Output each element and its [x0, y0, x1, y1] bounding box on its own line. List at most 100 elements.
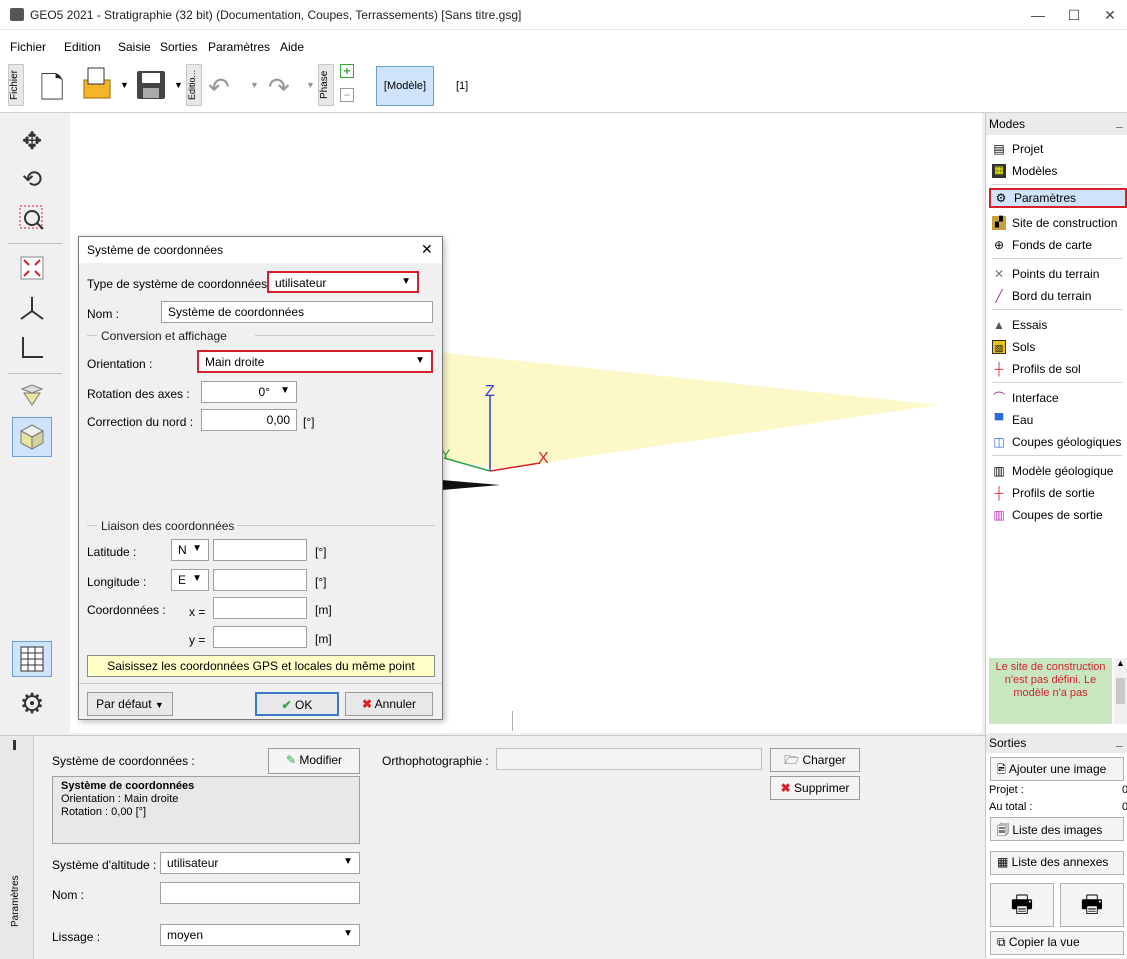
ortho-input[interactable] — [496, 748, 762, 770]
z-axis-label: Z — [485, 383, 495, 400]
modes-collapse[interactable]: _ — [1116, 115, 1123, 129]
latitude-input[interactable] — [213, 539, 307, 561]
scroll-thumb[interactable] — [1116, 678, 1125, 704]
undo-dropdown-icon[interactable]: ▼ — [250, 80, 259, 90]
scroll-up-icon[interactable]: ▲ — [1114, 658, 1127, 668]
mode-coupes-sortie[interactable]: ▥ Coupes de sortie — [992, 505, 1102, 525]
add-phase-icon[interactable]: + — [340, 64, 354, 78]
load-button[interactable]: 🗁 Charger — [770, 748, 860, 772]
latitude-label: Latitude : — [87, 545, 137, 559]
zoom-icon[interactable] — [12, 201, 52, 235]
print-icon[interactable]: 🖶 — [990, 883, 1054, 927]
redo-dropdown-icon[interactable]: ▼ — [306, 80, 315, 90]
view-3d-icon[interactable] — [12, 417, 52, 457]
redo-icon[interactable]: ↷ — [268, 72, 290, 103]
strip-pin-icon[interactable] — [13, 740, 16, 750]
maximize-button[interactable]: ☐ — [1064, 5, 1084, 25]
mode-modeles[interactable]: ▦ Modèles — [992, 161, 1057, 181]
axis-2d-icon[interactable] — [12, 331, 52, 365]
open-file-icon[interactable] — [80, 64, 112, 102]
pencil-icon: ✎ — [285, 753, 297, 767]
save-icon[interactable] — [134, 68, 168, 102]
mode-essais[interactable]: ▲ Essais — [992, 315, 1047, 335]
annex-list-button[interactable]: ▦ Liste des annexes — [990, 851, 1124, 875]
phase-1-button[interactable]: [1] — [456, 80, 468, 92]
mode-sols[interactable]: ▨ Sols — [992, 337, 1035, 357]
menu-parametres[interactable]: Paramètres — [208, 40, 270, 54]
mode-profils-sol[interactable]: ┼ Profils de sol — [992, 359, 1081, 379]
mode-bord-terrain[interactable]: ╱ Bord du terrain — [992, 286, 1091, 306]
altitude-select[interactable]: utilisateur ▼ — [160, 852, 360, 874]
mode-fonds-carte[interactable]: ⊕ Fonds de carte — [992, 235, 1092, 255]
name-input[interactable] — [160, 882, 360, 904]
image-list-button[interactable]: 🗐 Liste des images — [990, 817, 1124, 841]
mode-profils-sortie[interactable]: ┼ Profils de sortie — [992, 483, 1095, 503]
summary-orientation: Orientation : Main droite — [61, 793, 179, 805]
coord-summary-box: Système de coordonnées Orientation : Mai… — [52, 776, 360, 844]
mode-points-terrain[interactable]: ✕ Points du terrain — [992, 264, 1099, 284]
add-image-button[interactable]: 🖻 Ajouter une image — [990, 757, 1124, 781]
close-button[interactable]: ✕ — [1100, 5, 1120, 25]
menu-fichier[interactable]: Fichier — [10, 40, 46, 54]
projet-count-value: 0 — [1122, 784, 1127, 796]
smoothing-select[interactable]: moyen ▼ — [160, 924, 360, 946]
left-toolbar: ✥ ⟲ ⚙ — [0, 113, 70, 733]
x-input[interactable] — [213, 597, 307, 619]
warning-scrollbar[interactable]: ▲ — [1114, 658, 1127, 724]
ok-button[interactable]: ✔ OK — [255, 692, 339, 716]
rotation-select[interactable]: 0° ▼ — [201, 381, 297, 403]
mode-modele-geologique[interactable]: ▥ Modèle géologique — [992, 461, 1113, 481]
tab-parametres[interactable]: Paramètres — [10, 846, 26, 956]
total-count-label: Au total : — [989, 801, 1033, 813]
open-dropdown-icon[interactable]: ▼ — [120, 80, 129, 90]
toolbar: Fichier 🗋 ▼ ▼ Editio... ↶ ▼ ↷ ▼ Phase + … — [0, 58, 1127, 113]
mode-eau[interactable]: ▀ Eau — [992, 410, 1034, 430]
menu-edition[interactable]: Edition — [64, 40, 101, 54]
menu-bar: Fichier Edition Saisie Sorties Paramètre… — [0, 30, 1127, 58]
mode-parametres[interactable]: ⚙ Paramètres — [989, 188, 1127, 208]
latitude-dir-select[interactable]: N ▼ — [171, 539, 209, 561]
undo-icon[interactable]: ↶ — [208, 72, 230, 103]
axis-3d-icon[interactable] — [12, 291, 52, 325]
longitude-dir-select[interactable]: E ▼ — [171, 569, 209, 591]
tab-fichier[interactable]: Fichier — [8, 64, 24, 106]
copy-view-button[interactable]: ⧉ Copier la vue — [990, 931, 1124, 955]
sorties-collapse[interactable]: _ — [1116, 734, 1123, 748]
remove-phase-icon[interactable]: − — [340, 88, 354, 102]
longitude-input[interactable] — [213, 569, 307, 591]
new-file-icon[interactable]: 🗋 — [40, 66, 64, 117]
save-dropdown-icon[interactable]: ▼ — [174, 80, 183, 90]
mode-interface[interactable]: ⌒ Interface — [992, 388, 1059, 408]
type-select[interactable]: utilisateur ▼ — [267, 271, 419, 293]
mode-projet[interactable]: ▤ Projet — [992, 139, 1043, 159]
fit-view-icon[interactable] — [12, 251, 52, 285]
view-top-icon[interactable] — [12, 379, 52, 413]
move-icon[interactable]: ✥ — [12, 125, 52, 159]
tab-phase[interactable]: Phase — [318, 64, 334, 106]
print-pdf-icon[interactable]: 🖶 — [1060, 883, 1124, 927]
menu-saisie[interactable]: Saisie — [118, 40, 151, 54]
table-view-icon[interactable] — [12, 641, 52, 677]
name-input[interactable]: Système de coordonnées — [161, 301, 433, 323]
default-button[interactable]: Par défaut ▼ — [87, 692, 173, 716]
settings-icon[interactable]: ⚙ — [12, 687, 52, 721]
y-input[interactable] — [213, 626, 307, 648]
dialog-close-icon[interactable]: ✕ — [421, 241, 433, 258]
cancel-button[interactable]: ✖ Annuler — [345, 692, 433, 716]
menu-aide[interactable]: Aide — [280, 40, 304, 54]
image-list-icon: 🗐 — [997, 823, 1013, 837]
conversion-group-title: Conversion et affichage — [101, 329, 227, 343]
phase-modele-button[interactable]: [Modèle] — [376, 66, 434, 106]
dialog-title: Système de coordonnées — [87, 243, 224, 257]
tab-edition[interactable]: Editio... — [186, 64, 202, 106]
north-unit: [°] — [303, 415, 315, 429]
north-input[interactable]: 0,00 — [201, 409, 297, 431]
menu-sorties[interactable]: Sorties — [160, 40, 197, 54]
minimize-button[interactable]: — — [1028, 5, 1048, 25]
rotate-icon[interactable]: ⟲ — [12, 163, 52, 197]
mode-site-construction[interactable]: ▞ Site de construction — [992, 213, 1117, 233]
modify-button[interactable]: ✎ Modifier — [268, 748, 360, 774]
delete-button[interactable]: ✖ Supprimer — [770, 776, 860, 800]
mode-coupes-geologiques[interactable]: ◫ Coupes géologiques — [992, 432, 1121, 452]
orientation-select[interactable]: Main droite ▼ — [197, 350, 433, 373]
